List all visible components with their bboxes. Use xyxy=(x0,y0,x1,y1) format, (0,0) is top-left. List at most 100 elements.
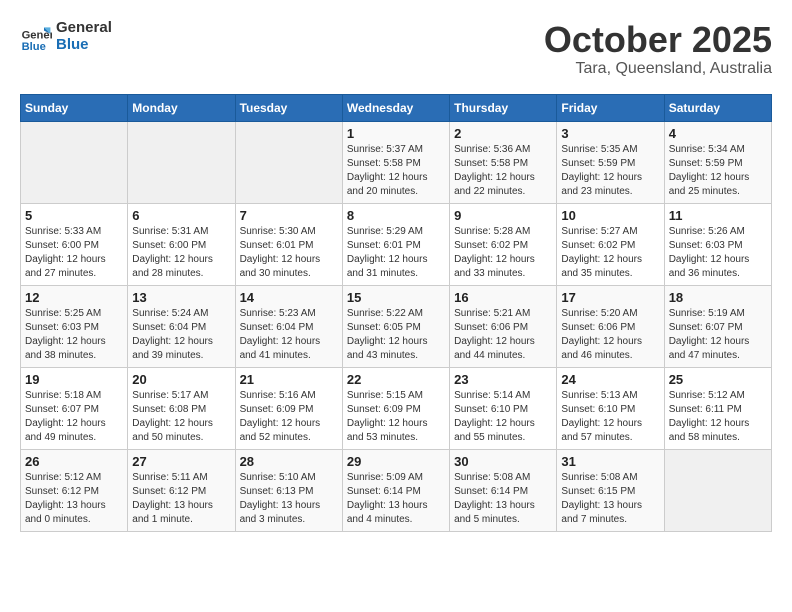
day-number: 21 xyxy=(240,372,338,387)
calendar-cell: 29 Sunrise: 5:09 AM Sunset: 6:14 PM Dayli… xyxy=(342,449,449,531)
calendar-cell xyxy=(664,449,771,531)
day-number: 29 xyxy=(347,454,445,469)
day-info: Sunrise: 5:19 AM Sunset: 6:07 PM Dayligh… xyxy=(669,307,767,363)
day-number: 17 xyxy=(561,290,659,305)
col-header-friday: Friday xyxy=(557,94,664,121)
calendar-cell: 10 Sunrise: 5:27 AM Sunset: 6:02 PM Dayli… xyxy=(557,203,664,285)
calendar-cell: 15 Sunrise: 5:22 AM Sunset: 6:05 PM Dayli… xyxy=(342,285,449,367)
day-number: 26 xyxy=(25,454,123,469)
day-number: 6 xyxy=(132,208,230,223)
day-number: 4 xyxy=(669,126,767,141)
day-number: 7 xyxy=(240,208,338,223)
day-info: Sunrise: 5:21 AM Sunset: 6:06 PM Dayligh… xyxy=(454,307,552,363)
day-info: Sunrise: 5:29 AM Sunset: 6:01 PM Dayligh… xyxy=(347,225,445,281)
calendar-cell: 28 Sunrise: 5:10 AM Sunset: 6:13 PM Dayli… xyxy=(235,449,342,531)
day-number: 23 xyxy=(454,372,552,387)
location-title: Tara, Queensland, Australia xyxy=(544,60,772,78)
day-info: Sunrise: 5:08 AM Sunset: 6:14 PM Dayligh… xyxy=(454,471,552,527)
day-number: 8 xyxy=(347,208,445,223)
calendar-cell: 30Sunrise: 5:08 AM Sunset: 6:14 PM Dayli… xyxy=(450,449,557,531)
day-number: 12 xyxy=(25,290,123,305)
day-number: 5 xyxy=(25,208,123,223)
day-info: Sunrise: 5:31 AM Sunset: 6:00 PM Dayligh… xyxy=(132,225,230,281)
calendar-cell: 31 Sunrise: 5:08 AM Sunset: 6:15 PM Dayli… xyxy=(557,449,664,531)
calendar-cell: 27 Sunrise: 5:11 AM Sunset: 6:12 PM Dayli… xyxy=(128,449,235,531)
day-info: Sunrise: 5:36 AM Sunset: 5:58 PM Dayligh… xyxy=(454,143,552,199)
day-number: 20 xyxy=(132,372,230,387)
calendar-cell: 17 Sunrise: 5:20 AM Sunset: 6:06 PM Dayli… xyxy=(557,285,664,367)
calendar-cell: 12Sunrise: 5:25 AM Sunset: 6:03 PM Dayli… xyxy=(21,285,128,367)
calendar-cell: 11Sunrise: 5:26 AM Sunset: 6:03 PM Dayli… xyxy=(664,203,771,285)
calendar-cell: 3Sunrise: 5:35 AM Sunset: 5:59 PM Daylig… xyxy=(557,121,664,203)
day-info: Sunrise: 5:23 AM Sunset: 6:04 PM Dayligh… xyxy=(240,307,338,363)
day-number: 2 xyxy=(454,126,552,141)
day-number: 15 xyxy=(347,290,445,305)
day-info: Sunrise: 5:11 AM Sunset: 6:12 PM Dayligh… xyxy=(132,471,230,527)
day-info: Sunrise: 5:34 AM Sunset: 5:59 PM Dayligh… xyxy=(669,143,767,199)
calendar-cell xyxy=(128,121,235,203)
calendar-cell: 25 Sunrise: 5:12 AM Sunset: 6:11 PM Dayli… xyxy=(664,367,771,449)
calendar-cell: 2 Sunrise: 5:36 AM Sunset: 5:58 PM Daylig… xyxy=(450,121,557,203)
day-info: Sunrise: 5:27 AM Sunset: 6:02 PM Dayligh… xyxy=(561,225,659,281)
day-number: 16 xyxy=(454,290,552,305)
day-number: 28 xyxy=(240,454,338,469)
week-row-5: 26 Sunrise: 5:12 AM Sunset: 6:12 PM Dayli… xyxy=(21,449,772,531)
day-number: 31 xyxy=(561,454,659,469)
logo-icon: General Blue xyxy=(20,21,52,53)
calendar-cell: 24Sunrise: 5:13 AM Sunset: 6:10 PM Dayli… xyxy=(557,367,664,449)
day-info: Sunrise: 5:22 AM Sunset: 6:05 PM Dayligh… xyxy=(347,307,445,363)
day-number: 11 xyxy=(669,208,767,223)
col-header-wednesday: Wednesday xyxy=(342,94,449,121)
day-info: Sunrise: 5:12 AM Sunset: 6:12 PM Dayligh… xyxy=(25,471,123,527)
calendar-cell: 16 Sunrise: 5:21 AM Sunset: 6:06 PM Dayli… xyxy=(450,285,557,367)
calendar-table: SundayMondayTuesdayWednesdayThursdayFrid… xyxy=(20,94,772,532)
calendar-cell: 9 Sunrise: 5:28 AM Sunset: 6:02 PM Daylig… xyxy=(450,203,557,285)
calendar-cell: 8 Sunrise: 5:29 AM Sunset: 6:01 PM Daylig… xyxy=(342,203,449,285)
day-info: Sunrise: 5:35 AM Sunset: 5:59 PM Dayligh… xyxy=(561,143,659,199)
day-info: Sunrise: 5:08 AM Sunset: 6:15 PM Dayligh… xyxy=(561,471,659,527)
col-header-saturday: Saturday xyxy=(664,94,771,121)
day-number: 10 xyxy=(561,208,659,223)
week-row-3: 12Sunrise: 5:25 AM Sunset: 6:03 PM Dayli… xyxy=(21,285,772,367)
day-info: Sunrise: 5:18 AM Sunset: 6:07 PM Dayligh… xyxy=(25,389,123,445)
calendar-cell: 22Sunrise: 5:15 AM Sunset: 6:09 PM Dayli… xyxy=(342,367,449,449)
day-info: Sunrise: 5:14 AM Sunset: 6:10 PM Dayligh… xyxy=(454,389,552,445)
calendar-cell: 20 Sunrise: 5:17 AM Sunset: 6:08 PM Dayli… xyxy=(128,367,235,449)
day-info: Sunrise: 5:28 AM Sunset: 6:02 PM Dayligh… xyxy=(454,225,552,281)
calendar-cell: 23 Sunrise: 5:14 AM Sunset: 6:10 PM Dayli… xyxy=(450,367,557,449)
day-number: 13 xyxy=(132,290,230,305)
day-info: Sunrise: 5:20 AM Sunset: 6:06 PM Dayligh… xyxy=(561,307,659,363)
day-info: Sunrise: 5:37 AM Sunset: 5:58 PM Dayligh… xyxy=(347,143,445,199)
logo-blue: Blue xyxy=(56,37,112,54)
week-row-1: 1 Sunrise: 5:37 AM Sunset: 5:58 PM Daylig… xyxy=(21,121,772,203)
page-header: General Blue General Blue October 2025 T… xyxy=(20,20,772,78)
day-info: Sunrise: 5:12 AM Sunset: 6:11 PM Dayligh… xyxy=(669,389,767,445)
week-row-4: 19 Sunrise: 5:18 AM Sunset: 6:07 PM Dayli… xyxy=(21,367,772,449)
day-info: Sunrise: 5:10 AM Sunset: 6:13 PM Dayligh… xyxy=(240,471,338,527)
day-info: Sunrise: 5:17 AM Sunset: 6:08 PM Dayligh… xyxy=(132,389,230,445)
calendar-cell: 7Sunrise: 5:30 AM Sunset: 6:01 PM Daylig… xyxy=(235,203,342,285)
day-number: 18 xyxy=(669,290,767,305)
calendar-cell: 1 Sunrise: 5:37 AM Sunset: 5:58 PM Daylig… xyxy=(342,121,449,203)
logo-general: General xyxy=(56,20,112,37)
calendar-cell: 5Sunrise: 5:33 AM Sunset: 6:00 PM Daylig… xyxy=(21,203,128,285)
day-info: Sunrise: 5:16 AM Sunset: 6:09 PM Dayligh… xyxy=(240,389,338,445)
calendar-cell xyxy=(21,121,128,203)
calendar-cell: 21 Sunrise: 5:16 AM Sunset: 6:09 PM Dayli… xyxy=(235,367,342,449)
col-header-tuesday: Tuesday xyxy=(235,94,342,121)
day-number: 9 xyxy=(454,208,552,223)
calendar-cell: 18 Sunrise: 5:19 AM Sunset: 6:07 PM Dayli… xyxy=(664,285,771,367)
calendar-cell xyxy=(235,121,342,203)
day-info: Sunrise: 5:24 AM Sunset: 6:04 PM Dayligh… xyxy=(132,307,230,363)
title-block: October 2025 Tara, Queensland, Australia xyxy=(544,20,772,78)
day-number: 19 xyxy=(25,372,123,387)
day-number: 27 xyxy=(132,454,230,469)
day-number: 25 xyxy=(669,372,767,387)
calendar-cell: 4 Sunrise: 5:34 AM Sunset: 5:59 PM Daylig… xyxy=(664,121,771,203)
week-row-2: 5Sunrise: 5:33 AM Sunset: 6:00 PM Daylig… xyxy=(21,203,772,285)
col-header-thursday: Thursday xyxy=(450,94,557,121)
day-info: Sunrise: 5:09 AM Sunset: 6:14 PM Dayligh… xyxy=(347,471,445,527)
calendar-cell: 14Sunrise: 5:23 AM Sunset: 6:04 PM Dayli… xyxy=(235,285,342,367)
day-number: 1 xyxy=(347,126,445,141)
col-header-monday: Monday xyxy=(128,94,235,121)
